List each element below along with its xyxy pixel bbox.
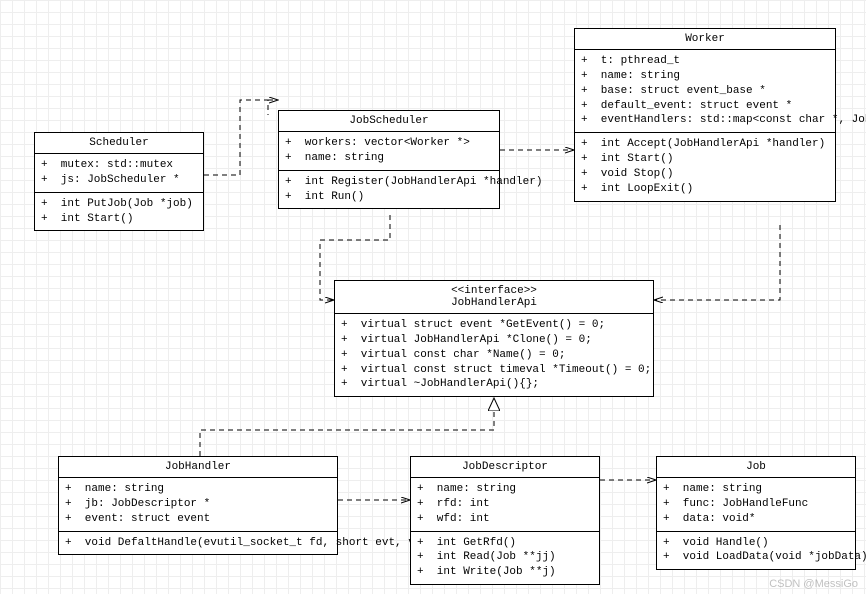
iface-name: JobHandlerApi	[341, 297, 647, 309]
attr: + func: JobHandleFunc	[663, 497, 849, 512]
op: + virtual ~JobHandlerApi(){};	[341, 377, 647, 392]
watermark: CSDN @MessiGo	[769, 578, 858, 590]
class-ops: + virtual struct event *GetEvent() = 0; …	[335, 314, 653, 396]
class-jobhandlerapi: <<interface>> JobHandlerApi + virtual st…	[334, 280, 654, 397]
op: + void LoadData(void *jobData)	[663, 550, 849, 565]
attr: + js: JobScheduler *	[41, 173, 197, 188]
attr: + rfd: int	[417, 497, 593, 512]
class-job: Job + name: string + func: JobHandleFunc…	[656, 456, 856, 570]
edge-jobhandler-api	[200, 398, 494, 456]
op: + int Accept(JobHandlerApi *handler)	[581, 137, 829, 152]
class-ops: + int Accept(JobHandlerApi *handler) + i…	[575, 133, 835, 200]
op: + int LoopExit()	[581, 182, 829, 197]
class-jobscheduler: JobScheduler + workers: vector<Worker *>…	[278, 110, 500, 209]
class-ops: + int GetRfd() + int Read(Job **jj) + in…	[411, 532, 599, 585]
class-title: JobDescriptor	[411, 457, 599, 478]
class-attrs: + name: string + rfd: int + wfd: int	[411, 478, 599, 532]
op: + int Write(Job **j)	[417, 565, 593, 580]
class-worker: Worker + t: pthread_t + name: string + b…	[574, 28, 836, 202]
stereotype: <<interface>>	[341, 285, 647, 297]
op: + int GetRfd()	[417, 536, 593, 551]
class-jobhandler: JobHandler + name: string + jb: JobDescr…	[58, 456, 338, 555]
attr: + t: pthread_t	[581, 54, 829, 69]
attr: + workers: vector<Worker *>	[285, 136, 493, 151]
class-scheduler: Scheduler + mutex: std::mutex + js: JobS…	[34, 132, 204, 231]
class-ops: + void DefaltHandle(evutil_socket_t fd, …	[59, 532, 337, 555]
attr: + event: struct event	[65, 512, 331, 527]
attr: + name: string	[663, 482, 849, 497]
class-title: JobHandler	[59, 457, 337, 478]
op: + int Run()	[285, 190, 493, 205]
class-jobdescriptor: JobDescriptor + name: string + rfd: int …	[410, 456, 600, 585]
attr: + base: struct event_base *	[581, 84, 829, 99]
attr: + name: string	[417, 482, 593, 497]
op: + virtual const struct timeval *Timeout(…	[341, 363, 647, 378]
class-title: <<interface>> JobHandlerApi	[335, 281, 653, 314]
op: + int PutJob(Job *job)	[41, 197, 197, 212]
op: + int Start()	[581, 152, 829, 167]
op: + void Stop()	[581, 167, 829, 182]
attr: + name: string	[285, 151, 493, 166]
attr: + data: void*	[663, 512, 849, 527]
op: + void DefaltHandle(evutil_socket_t fd, …	[65, 536, 331, 551]
class-title: Job	[657, 457, 855, 478]
class-attrs: + workers: vector<Worker *> + name: stri…	[279, 132, 499, 171]
attr: + name: string	[581, 69, 829, 84]
op: + void Handle()	[663, 536, 849, 551]
class-ops: + void Handle() + void LoadData(void *jo…	[657, 532, 855, 570]
class-ops: + int PutJob(Job *job) + int Start()	[35, 193, 203, 231]
op: + int Start()	[41, 212, 197, 227]
edge-worker-api	[654, 225, 780, 300]
attr: + eventHandlers: std::map<const char *, …	[581, 113, 829, 128]
edge-scheduler-jobscheduler	[204, 100, 268, 175]
attr: + mutex: std::mutex	[41, 158, 197, 173]
op: + virtual const char *Name() = 0;	[341, 348, 647, 363]
class-attrs: + t: pthread_t + name: string + base: st…	[575, 50, 835, 133]
attr: + default_event: struct event *	[581, 99, 829, 114]
op: + int Register(JobHandlerApi *handler)	[285, 175, 493, 190]
class-title: Worker	[575, 29, 835, 50]
op: + virtual struct event *GetEvent() = 0;	[341, 318, 647, 333]
attr: + name: string	[65, 482, 331, 497]
class-attrs: + mutex: std::mutex + js: JobScheduler *	[35, 154, 203, 193]
class-attrs: + name: string + func: JobHandleFunc + d…	[657, 478, 855, 532]
class-attrs: + name: string + jb: JobDescriptor * + e…	[59, 478, 337, 532]
attr: + wfd: int	[417, 512, 593, 527]
class-title: JobScheduler	[279, 111, 499, 132]
class-ops: + int Register(JobHandlerApi *handler) +…	[279, 171, 499, 209]
op: + int Read(Job **jj)	[417, 550, 593, 565]
class-title: Scheduler	[35, 133, 203, 154]
attr: + jb: JobDescriptor *	[65, 497, 331, 512]
op: + virtual JobHandlerApi *Clone() = 0;	[341, 333, 647, 348]
